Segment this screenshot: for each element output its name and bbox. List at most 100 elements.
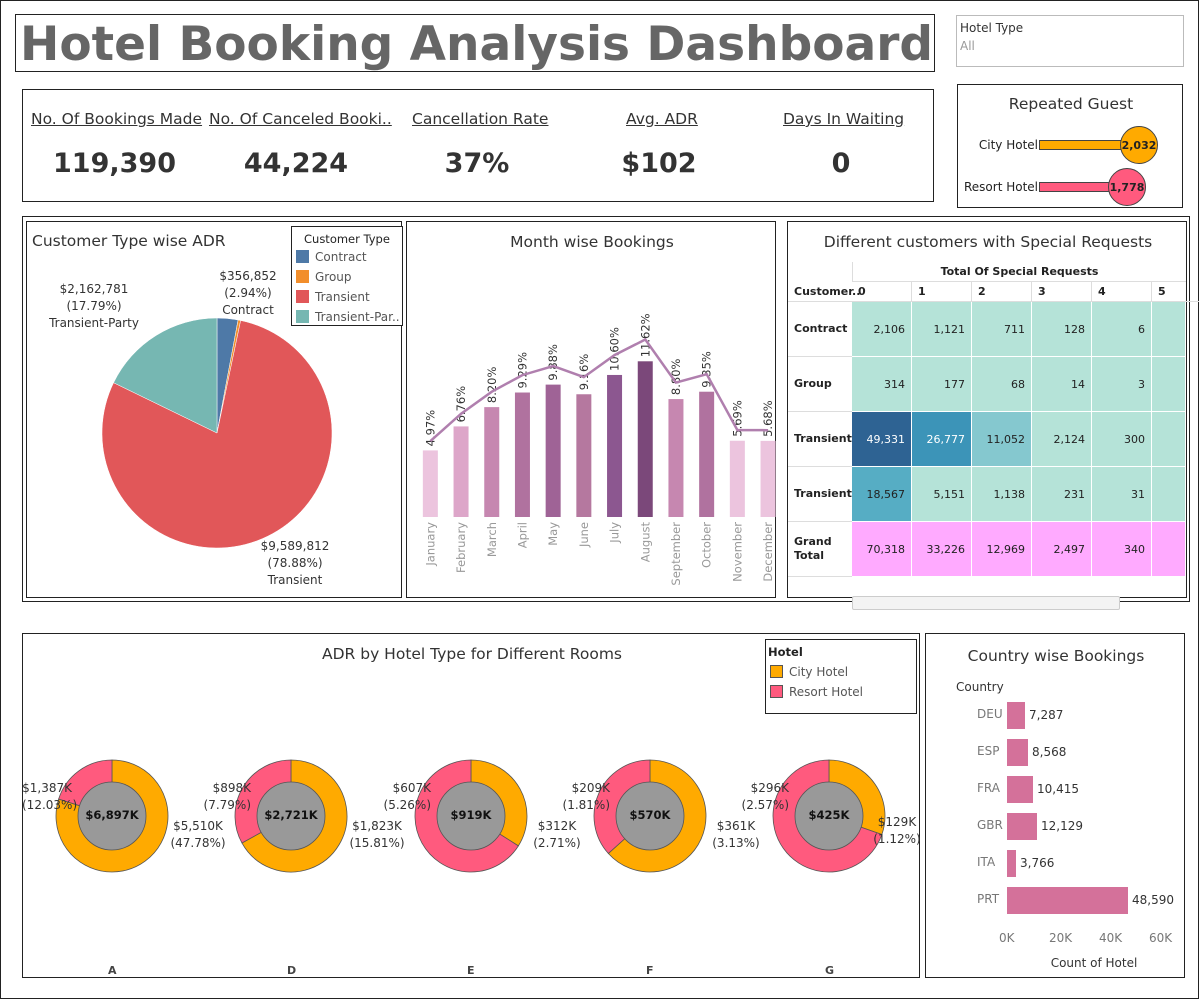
table-cell[interactable]: [1152, 412, 1186, 467]
table-cell[interactable]: 128: [1032, 302, 1092, 357]
table-cell[interactable]: 31: [1092, 467, 1152, 522]
donut-resort-pct: (5.26%): [383, 798, 431, 812]
table-cell[interactable]: 2,124: [1032, 412, 1092, 467]
country-bar[interactable]: [1007, 739, 1028, 766]
table-cell[interactable]: [1152, 522, 1186, 577]
bar-february[interactable]: [453, 426, 469, 517]
pie-label-transient: $9,589,812 (78.88%) Transient: [259, 538, 331, 589]
bar-january[interactable]: [422, 450, 438, 517]
bar-june[interactable]: [576, 394, 592, 517]
donut-city-label: $129K (1.12%): [867, 814, 927, 848]
table-row-label[interactable]: Transient: [788, 412, 852, 467]
table-cell[interactable]: 300: [1092, 412, 1152, 467]
legend-item-group[interactable]: Group: [296, 270, 352, 284]
bookings-trend-line[interactable]: [429, 337, 769, 443]
table-cell[interactable]: 231: [1032, 467, 1092, 522]
hotel-type-filter[interactable]: Hotel Type All: [956, 15, 1184, 67]
country-bar[interactable]: [1007, 702, 1025, 729]
table-col-header[interactable]: 4: [1092, 282, 1152, 302]
legend-item-transient[interactable]: Transient: [296, 290, 370, 304]
table-cell[interactable]: [1152, 302, 1186, 357]
table-cell[interactable]: 11,052: [972, 412, 1032, 467]
pie-label-value: $9,589,812: [260, 539, 330, 553]
country-bar[interactable]: [1007, 887, 1128, 914]
table-cell[interactable]: 12,969: [972, 522, 1032, 577]
table-row-label[interactable]: Grand Total: [788, 522, 852, 577]
bar-october[interactable]: [699, 391, 715, 517]
donut-city-value: $5,510K: [173, 819, 223, 833]
table-cell[interactable]: 26,777: [912, 412, 972, 467]
country-label: ITA: [977, 855, 996, 869]
legend-swatch: [296, 310, 309, 323]
table-row-label[interactable]: Contract: [788, 302, 852, 357]
donut-resort-value: $898K: [212, 781, 251, 795]
table-cell[interactable]: 18,567: [852, 467, 912, 522]
table-cell[interactable]: 14: [1032, 357, 1092, 412]
country-label: GBR: [977, 818, 1003, 832]
table-cell[interactable]: 177: [912, 357, 972, 412]
country-bar[interactable]: [1007, 776, 1033, 803]
table-cell[interactable]: 5,151: [912, 467, 972, 522]
country-bar[interactable]: [1007, 813, 1037, 840]
donut-city-label: $1,823K (15.81%): [347, 818, 407, 852]
table-cell[interactable]: 70,318: [852, 522, 912, 577]
kpi-panel: No. Of Bookings Made No. Of Canceled Boo…: [22, 89, 934, 202]
table-cell[interactable]: 3: [1092, 357, 1152, 412]
legend-item-transient-party[interactable]: Transient-Par..: [296, 310, 400, 324]
table-cell[interactable]: 711: [972, 302, 1032, 357]
table-col-header[interactable]: 5: [1152, 282, 1199, 302]
customer-type-adr-panel: Customer Type wise ADR Customer Type Con…: [26, 221, 403, 598]
bar-november[interactable]: [729, 440, 745, 517]
bar-value-label: 9.88%: [546, 344, 560, 381]
table-row-label[interactable]: Group: [788, 357, 852, 412]
donut-city-label: $361K (3.13%): [706, 818, 766, 852]
filter-value[interactable]: All: [960, 39, 975, 53]
bar-september[interactable]: [668, 399, 684, 517]
table-row-label[interactable]: Transient..: [788, 467, 860, 522]
country-value-label: 7,287: [1029, 708, 1064, 722]
bar-may[interactable]: [545, 384, 561, 517]
table-col-header[interactable]: 2: [972, 282, 1032, 302]
table-cell[interactable]: 1,138: [972, 467, 1032, 522]
bar-december[interactable]: [760, 440, 776, 517]
legend-item-contract[interactable]: Contract: [296, 250, 367, 264]
table-cell[interactable]: 2,497: [1032, 522, 1092, 577]
table-cell[interactable]: 6: [1092, 302, 1152, 357]
table-cell[interactable]: 33,226: [912, 522, 972, 577]
table-col-header[interactable]: 3: [1032, 282, 1092, 302]
table-row-header[interactable]: Customer..: [788, 282, 860, 302]
month-tick-label: March: [485, 522, 499, 557]
room-type-label: D: [287, 964, 297, 977]
bar-july[interactable]: [607, 374, 623, 517]
table-cell[interactable]: 1,121: [912, 302, 972, 357]
month-bookings-chart: 4.97%January6.76%February8.20%March9.29%…: [422, 313, 776, 586]
country-value-label: 3,766: [1020, 856, 1055, 870]
table-cell[interactable]: 68: [972, 357, 1032, 412]
bar-april[interactable]: [514, 392, 530, 517]
table-col-header[interactable]: 1: [912, 282, 972, 302]
table-cell[interactable]: [1152, 357, 1186, 412]
table-cell[interactable]: 2,106: [852, 302, 912, 357]
bar-march[interactable]: [484, 407, 500, 517]
donut-city-label: $312K (2.71%): [527, 818, 587, 852]
table-group-header: Total Of Special Requests: [852, 262, 1186, 282]
kpi-label-adr: Avg. ADR: [626, 110, 698, 128]
customer-type-legend: Customer Type Contract Group Transient T…: [291, 226, 403, 326]
country-x-tick: 20K: [1049, 931, 1073, 945]
country-bar[interactable]: [1007, 850, 1016, 877]
pie-label-value: $356,852: [219, 269, 277, 283]
table-cell[interactable]: 49,331: [852, 412, 912, 467]
bar-august[interactable]: [637, 361, 653, 517]
month-tick-label: September: [669, 522, 683, 586]
table-col-header[interactable]: 0: [852, 282, 912, 302]
pie-label-name: Transient-Party: [49, 316, 139, 330]
country-x-tick: 40K: [1099, 931, 1123, 945]
donut-resort-value: $209K: [571, 781, 610, 795]
bar-value-label: 8.20%: [485, 367, 499, 404]
table-scrollbar[interactable]: [852, 596, 1120, 610]
table-cell[interactable]: [1152, 467, 1186, 522]
table-cell[interactable]: 340: [1092, 522, 1152, 577]
table-cell[interactable]: 314: [852, 357, 912, 412]
country-bookings-panel: Country wise Bookings Country DEU 7,287 ES…: [925, 633, 1185, 978]
legend-label: Transient-Par..: [315, 310, 400, 324]
